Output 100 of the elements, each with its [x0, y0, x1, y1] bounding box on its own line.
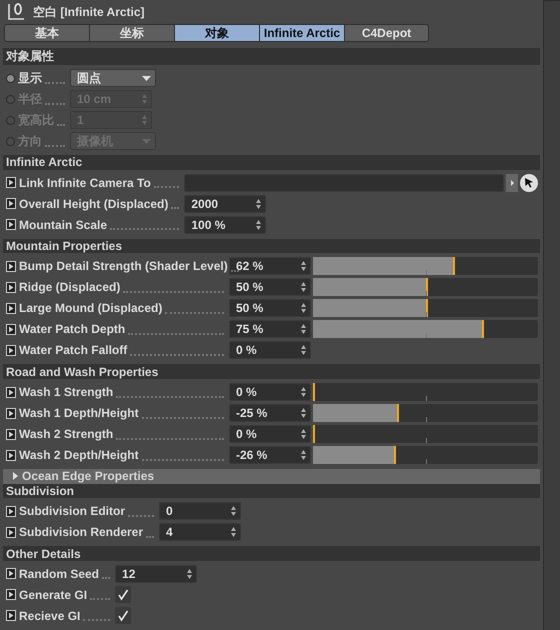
keyframe-icon[interactable]: [6, 198, 16, 210]
keyframe-icon[interactable]: [6, 282, 16, 293]
keyframe-icon[interactable]: [6, 386, 16, 398]
slider-track[interactable]: [313, 257, 538, 276]
slider-fill[interactable]: [313, 278, 428, 296]
parameter-label: Water Patch Depth: [19, 322, 126, 336]
keyframe-icon[interactable]: [6, 408, 16, 419]
slider-track[interactable]: [313, 299, 538, 318]
spinner-icon[interactable]: [231, 506, 236, 516]
number-field[interactable]: 0 %: [229, 383, 311, 402]
slider-track[interactable]: [313, 425, 538, 444]
tab[interactable]: 基本: [4, 24, 89, 42]
slider-fill[interactable]: [313, 257, 455, 276]
slider-track[interactable]: [313, 404, 538, 422]
spinner-icon[interactable]: [301, 429, 306, 440]
spinner-icon[interactable]: [231, 527, 236, 538]
spinner-icon[interactable]: [301, 324, 306, 334]
spinner-icon[interactable]: [301, 303, 306, 314]
pick-button[interactable]: [520, 174, 538, 192]
link-field[interactable]: [184, 174, 504, 192]
parameter-label: 显示: [18, 70, 42, 87]
keyframe-icon[interactable]: [6, 302, 16, 314]
keyframe-icon[interactable]: [6, 506, 16, 517]
keyframe-icon[interactable]: [6, 344, 16, 356]
spinner-icon[interactable]: [256, 220, 262, 230]
spinner-icon[interactable]: [256, 198, 262, 209]
number-field[interactable]: 12: [115, 564, 198, 583]
caret-icon: [510, 180, 514, 186]
section-title: Infinite Arctic: [6, 155, 82, 170]
spinner-icon[interactable]: [301, 408, 306, 418]
number-field[interactable]: 2000: [184, 194, 266, 213]
section-title: Mountain Properties: [6, 239, 122, 254]
slider-fill[interactable]: [313, 299, 428, 318]
parameter-label: Wash 2 Strength: [19, 427, 114, 442]
slider-fill[interactable]: [313, 320, 484, 338]
section-title: Road and Wash Properties: [6, 364, 158, 379]
keyframe-icon[interactable]: [6, 324, 16, 335]
number-field[interactable]: 50 %: [229, 299, 311, 318]
keyframe-icon[interactable]: [6, 219, 16, 230]
spinner-icon[interactable]: [301, 387, 306, 398]
tab[interactable]: Infinite Arctic: [259, 24, 344, 42]
keyframe-icon[interactable]: [6, 177, 16, 188]
parameter-label: Overall Height (Displaced): [19, 196, 168, 211]
section-title: 对象属性: [6, 48, 54, 66]
tab[interactable]: 对象: [174, 24, 259, 42]
number-field[interactable]: 62 %: [229, 257, 311, 276]
parameter-label: Subdivision Renderer: [19, 525, 144, 540]
keyframe-icon[interactable]: [6, 260, 16, 272]
keyframe-icon[interactable]: [6, 428, 16, 440]
keyframe-icon[interactable]: [6, 568, 16, 580]
window-title: 空白 [Infinite Arctic]: [33, 4, 145, 21]
parameter-label: Link Infinite Camera To: [19, 176, 151, 190]
spinner-icon[interactable]: [301, 261, 306, 272]
radio-button[interactable]: [6, 74, 15, 83]
parameter-label: Random Seed: [19, 566, 100, 581]
slider-track[interactable]: [313, 278, 538, 296]
number-field[interactable]: 4: [159, 523, 242, 542]
parameter-label: Wash 2 Depth/Height: [19, 448, 139, 462]
tab[interactable]: C4Depot: [344, 24, 429, 42]
expand-button[interactable]: [506, 174, 518, 192]
caret-icon: [142, 138, 151, 144]
parameter-label: Recieve GI: [19, 608, 80, 623]
number-field[interactable]: 0 %: [229, 425, 311, 444]
number-field[interactable]: 0: [159, 502, 242, 520]
parameter-label: Wash 1 Strength: [19, 385, 114, 400]
parameter-label: Ridge (Displaced): [19, 280, 120, 294]
spinner-icon[interactable]: [301, 282, 306, 292]
number-field[interactable]: 50 %: [229, 278, 311, 296]
slider-fill[interactable]: [313, 446, 396, 464]
foldout-header[interactable]: Ocean Edge Properties: [3, 469, 540, 484]
spinner-icon[interactable]: [187, 568, 192, 579]
parameter-label: Subdivision Editor: [19, 504, 126, 518]
slider-track[interactable]: [313, 446, 538, 464]
parameter-label: Mountain Scale: [19, 218, 108, 232]
parameter-label: Water Patch Falloff: [19, 343, 128, 358]
keyframe-icon[interactable]: [6, 610, 16, 622]
dropdown[interactable]: 圆点: [70, 69, 156, 88]
slider-fill[interactable]: [313, 404, 398, 422]
parameter-label: Large Mound (Displaced): [19, 301, 162, 316]
number-field[interactable]: 75 %: [229, 320, 311, 338]
section-title: Ocean Edge Properties: [22, 469, 154, 484]
checkbox[interactable]: [115, 607, 132, 624]
number-field[interactable]: -26 %: [229, 446, 311, 464]
slider-track[interactable]: [313, 383, 538, 402]
slider-track[interactable]: [313, 320, 538, 338]
spinner-icon[interactable]: [301, 450, 306, 460]
checkbox[interactable]: [115, 586, 132, 604]
cursor-icon: [524, 177, 534, 188]
caret-icon: [142, 76, 151, 81]
spinner-icon[interactable]: [301, 345, 306, 356]
parameter-label: Generate GI: [19, 588, 88, 602]
parameter-label: Wash 1 Depth/Height: [19, 406, 139, 420]
keyframe-icon[interactable]: [6, 526, 16, 538]
tab[interactable]: 坐标: [89, 24, 174, 42]
number-field[interactable]: -25 %: [229, 404, 311, 422]
number-field[interactable]: 0 %: [229, 341, 311, 360]
keyframe-icon[interactable]: [6, 450, 16, 461]
disclosure-icon[interactable]: [13, 472, 18, 480]
number-field[interactable]: 100 %: [184, 216, 266, 234]
keyframe-icon[interactable]: [6, 589, 16, 600]
